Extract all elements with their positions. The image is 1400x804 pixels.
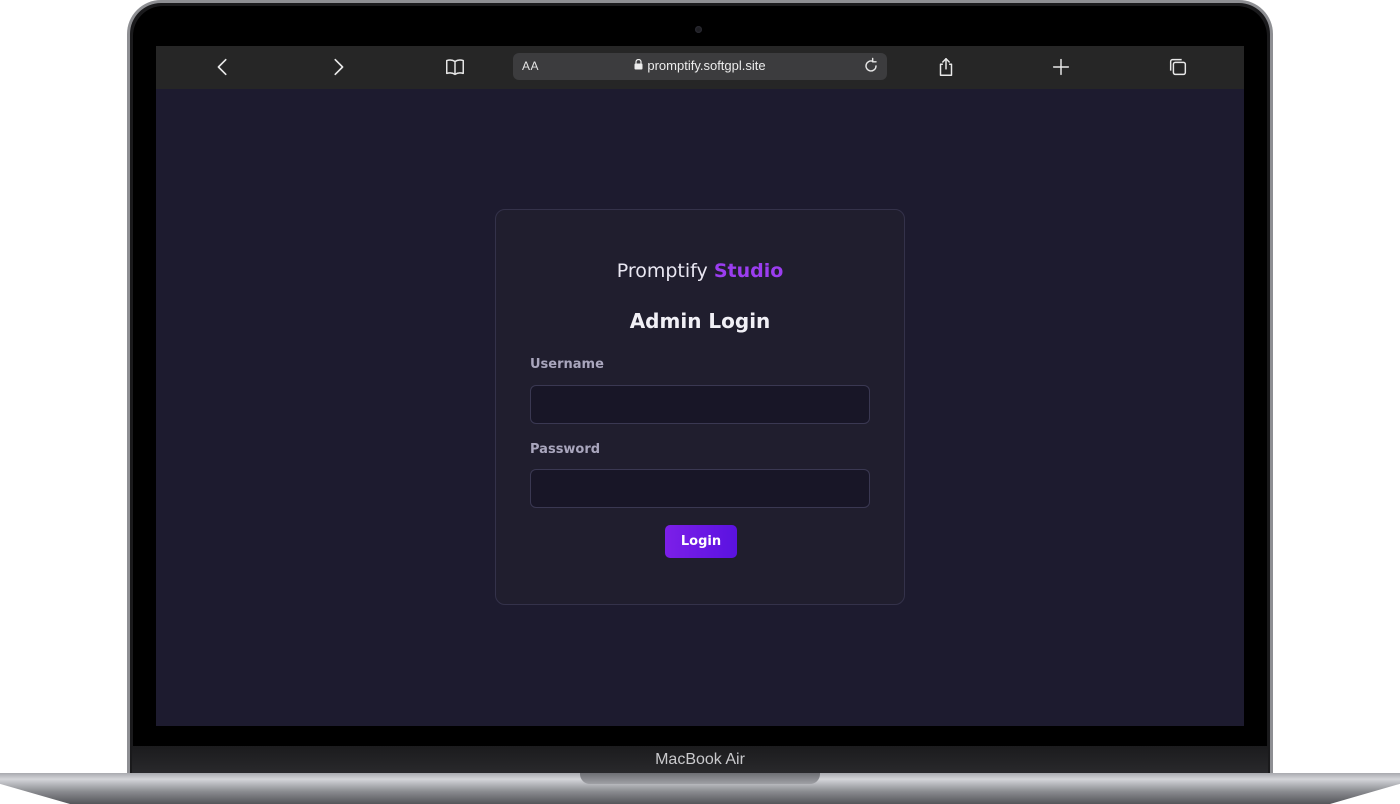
page-title: Admin Login bbox=[629, 309, 771, 333]
camera bbox=[695, 26, 702, 33]
model-name: MacBook Air bbox=[655, 751, 745, 768]
browser-screen: AA promptify.softgpl.site Promptify Stud… bbox=[156, 46, 1244, 726]
browser-toolbar: AA promptify.softgpl.site bbox=[156, 46, 1244, 89]
brand-logo: Promptify Studio bbox=[496, 260, 904, 282]
password-label: Password bbox=[530, 442, 601, 457]
brand-name: Promptify bbox=[616, 260, 708, 282]
username-input[interactable] bbox=[530, 385, 870, 424]
chevron-left-icon[interactable] bbox=[211, 55, 235, 79]
plus-icon[interactable] bbox=[1049, 55, 1073, 79]
reload-icon[interactable] bbox=[861, 56, 881, 76]
laptop-frame: AA promptify.softgpl.site Promptify Stud… bbox=[0, 0, 1400, 804]
chevron-right-icon[interactable] bbox=[326, 55, 350, 79]
tabs-icon[interactable] bbox=[1166, 55, 1190, 79]
password-input[interactable] bbox=[530, 469, 870, 508]
address-bar[interactable]: AA promptify.softgpl.site bbox=[513, 53, 887, 80]
brand-accent: Studio bbox=[713, 260, 784, 282]
login-button[interactable]: Login bbox=[665, 525, 737, 558]
laptop-chin: MacBook Air bbox=[132, 746, 1268, 776]
login-card: Promptify Studio Admin Login Username Pa… bbox=[495, 209, 905, 605]
book-icon[interactable] bbox=[443, 55, 467, 79]
lid-opening-notch bbox=[580, 773, 820, 784]
lock-icon bbox=[634, 58, 643, 73]
username-label: Username bbox=[530, 357, 604, 372]
url-text: promptify.softgpl.site bbox=[647, 58, 766, 73]
share-icon[interactable] bbox=[934, 55, 958, 79]
url-display[interactable]: promptify.softgpl.site bbox=[513, 58, 887, 73]
